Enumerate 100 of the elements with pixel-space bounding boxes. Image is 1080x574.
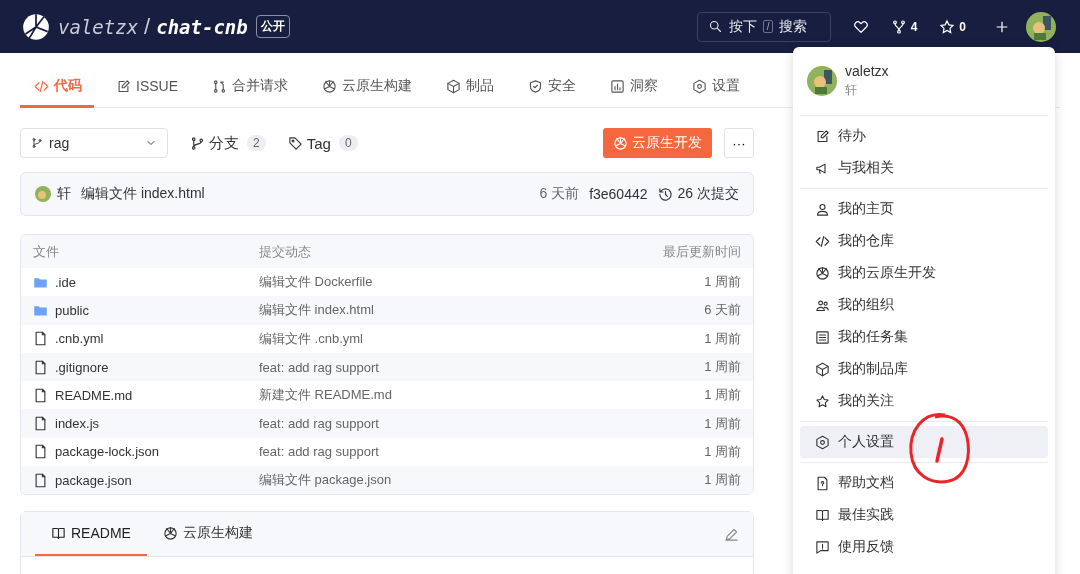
fork-icon[interactable] [890, 18, 907, 35]
chart-icon [610, 78, 625, 94]
settings-icon [815, 434, 830, 450]
user-name: valetzx [845, 63, 889, 79]
commit-hash[interactable]: f3e60442 [589, 186, 648, 202]
branch-select[interactable]: rag [20, 128, 168, 158]
updated-time: 1 周前 [703, 414, 741, 433]
commit-message[interactable]: 新建文件 README.md [259, 386, 621, 405]
file-icon [33, 331, 48, 347]
updated-time: 1 周前 [703, 358, 741, 377]
repo-tab[interactable]: 安全 [514, 71, 588, 108]
count-badge: 2 [247, 135, 266, 151]
tag-icon [287, 135, 303, 151]
heart-icon[interactable] [852, 18, 869, 35]
repo-tab[interactable]: 制品 [432, 71, 506, 108]
branch-icon [31, 137, 43, 149]
more-button[interactable]: ··· [724, 128, 754, 158]
owner-link[interactable]: valetzx [58, 15, 139, 38]
updated-time: 1 周前 [703, 273, 741, 292]
star-icon[interactable] [939, 18, 956, 35]
edit-icon[interactable] [724, 526, 739, 542]
fork-count: 4 [910, 19, 918, 34]
commit-message[interactable]: feat: add rag support [259, 444, 621, 460]
menu-item[interactable]: 使用反馈 [800, 531, 1048, 563]
readme-tab[interactable]: README [35, 512, 147, 557]
commit-author[interactable]: 轩 [57, 185, 71, 203]
file-name[interactable]: .ide [55, 274, 76, 290]
file-icon [33, 472, 48, 488]
star-count: 0 [959, 19, 966, 34]
menu-item[interactable]: 我的主页 [800, 193, 1048, 225]
repo-tab[interactable]: 洞察 [596, 71, 670, 108]
shield-icon [528, 78, 543, 94]
logo-icon[interactable] [22, 12, 50, 41]
visibility-badge: 公开 [255, 15, 290, 38]
repo-name[interactable]: chat-cnb [156, 15, 248, 38]
search-field[interactable]: 按下 / 搜索 [696, 11, 831, 42]
feedback-icon [815, 539, 830, 555]
tags-link[interactable]: Tag [287, 134, 331, 152]
file-name[interactable]: package-lock.json [55, 444, 160, 460]
file-name[interactable]: .gitignore [55, 359, 109, 375]
search-hint: 按下 [728, 17, 757, 36]
branches-link[interactable]: 分支 [190, 133, 239, 153]
commit-message[interactable]: 编辑文件 index.html [81, 185, 205, 203]
commit-count-link[interactable]: 26 次提交 [657, 185, 739, 203]
star-icon [815, 393, 830, 409]
path-separator: / [144, 13, 151, 40]
updated-time: 1 周前 [703, 471, 741, 490]
book-icon [51, 525, 66, 541]
pinwheel-icon [613, 135, 628, 151]
pinwheel-icon [815, 265, 830, 281]
file-name[interactable]: package.json [55, 472, 132, 488]
updated-time: 1 周前 [703, 442, 741, 461]
code-icon [34, 78, 49, 94]
menu-item[interactable]: 我的云原生开发 [800, 257, 1048, 289]
file-name[interactable]: .cnb.yml [55, 331, 104, 347]
menu-item[interactable]: 帮助文档 [800, 467, 1048, 499]
file-name[interactable]: README.md [55, 387, 133, 403]
file-icon [33, 387, 48, 403]
settings-icon [692, 78, 707, 94]
avatar [807, 66, 837, 96]
user-nickname: 轩 [845, 82, 858, 99]
menu-item[interactable]: 我的仓库 [800, 225, 1048, 257]
commit-message[interactable]: 编辑文件 index.html [259, 301, 621, 320]
search-icon [707, 19, 723, 34]
avatar[interactable] [1026, 11, 1056, 42]
commit-message[interactable]: feat: add rag support [259, 359, 621, 375]
menu-item[interactable]: 我的关注 [800, 385, 1048, 417]
menu-item[interactable]: 待办 [800, 120, 1048, 152]
file-icon [33, 444, 48, 460]
list-icon [815, 329, 830, 345]
menu-item[interactable]: 我的任务集 [800, 321, 1048, 353]
menu-item[interactable]: 最佳实践 [800, 499, 1048, 531]
commit-message[interactable]: 编辑文件 Dockerfile [259, 273, 621, 292]
repo-tab[interactable]: 合并请求 [198, 71, 300, 108]
menu-item[interactable]: 我的组织 [800, 289, 1048, 321]
cube-icon [446, 78, 461, 94]
repo-tab[interactable]: 设置 [678, 71, 752, 108]
menu-item[interactable]: 与我相关 [800, 152, 1048, 184]
cube-icon [815, 361, 830, 377]
edit-icon [116, 78, 131, 94]
commit-message[interactable]: feat: add rag support [259, 416, 621, 432]
commit-message[interactable]: 编辑文件 .cnb.yml [259, 329, 621, 348]
commit-message[interactable]: 编辑文件 package.json [259, 471, 621, 490]
repo-tab[interactable]: 云原生构建 [308, 71, 424, 108]
menu-item[interactable]: 我的制品库 [800, 353, 1048, 385]
file-icon [33, 359, 48, 375]
readme-tab[interactable]: 云原生构建 [146, 512, 269, 557]
file-name[interactable]: index.js [55, 416, 100, 432]
updated-time: 6 天前 [703, 301, 741, 320]
column-header: 提交动态 [259, 242, 312, 261]
updated-time: 1 周前 [703, 386, 741, 405]
file-name[interactable]: public [55, 302, 89, 318]
code-icon [815, 233, 830, 249]
history-icon [657, 186, 673, 202]
search-hint: 搜索 [779, 17, 808, 36]
menu-item[interactable]: 个人设置 [800, 426, 1048, 458]
branch-icon [190, 135, 205, 151]
repo-tab[interactable]: ISSUE [102, 71, 190, 108]
column-header: 文件 [33, 242, 60, 261]
pinwheel-icon [322, 78, 337, 94]
